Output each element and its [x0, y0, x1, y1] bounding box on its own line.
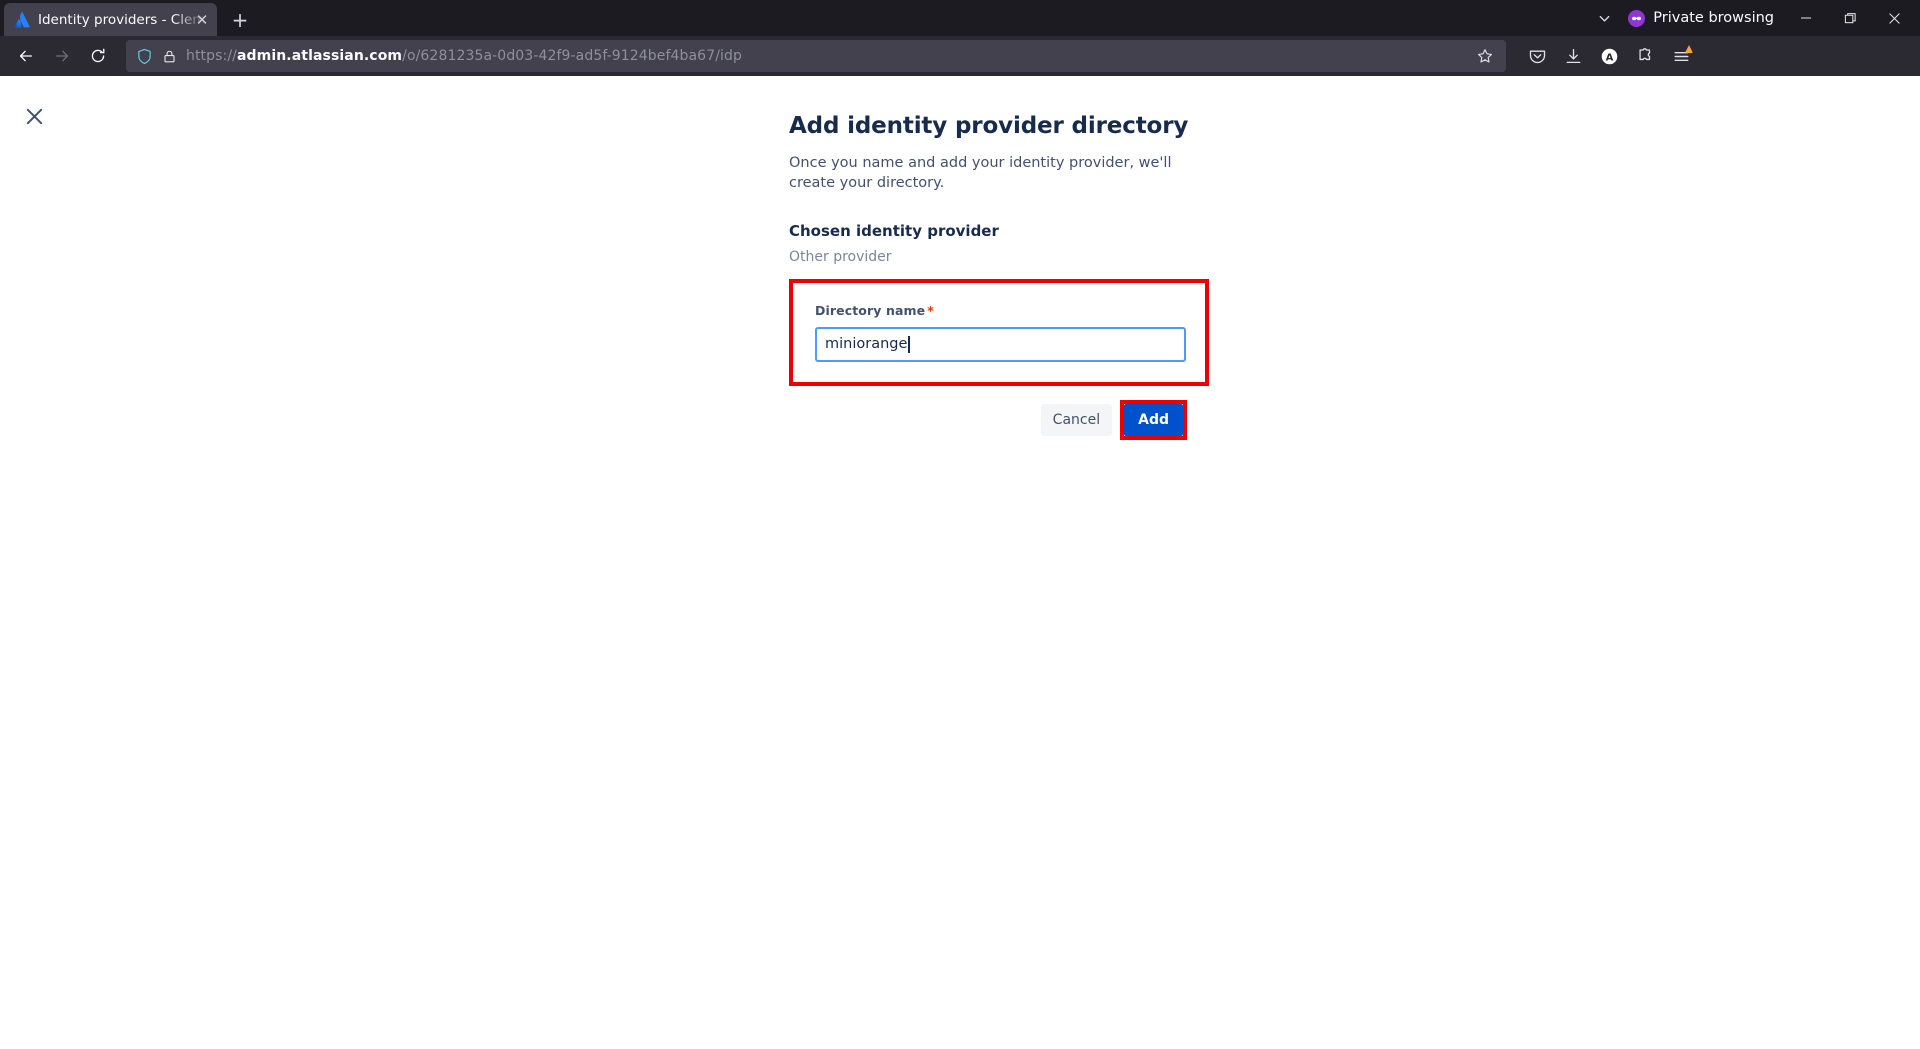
back-button[interactable]: [8, 40, 44, 72]
star-glyph-icon: [1477, 48, 1493, 64]
pocket-glyph-icon: [1528, 47, 1547, 66]
private-browsing-label: Private browsing: [1653, 10, 1774, 26]
app-menu-hamburger-icon[interactable]: [1664, 40, 1698, 72]
directory-name-highlight-box: Directory name* miniorange: [789, 279, 1209, 386]
chosen-provider-heading: Chosen identity provider: [789, 222, 1209, 240]
page-title: Add identity provider directory: [789, 112, 1209, 141]
padlock-icon[interactable]: [162, 49, 177, 64]
close-icon: [24, 106, 45, 127]
tab-close-icon[interactable]: ✕: [193, 11, 211, 29]
svg-text:A: A: [1605, 52, 1613, 63]
browser-tab[interactable]: Identity providers - Cleme ✕: [4, 3, 217, 36]
private-browsing-indicator: Private browsing: [1624, 2, 1784, 34]
url-path: /o/6281235a-0d03-42f9-ad5f-9124bef4ba67/…: [402, 48, 742, 64]
downloads-icon[interactable]: [1556, 40, 1590, 72]
address-bar[interactable]: https://admin.atlassian.com/o/6281235a-0…: [126, 40, 1506, 72]
list-all-tabs-button[interactable]: [1584, 2, 1624, 34]
bookmark-star-icon[interactable]: [1470, 42, 1500, 70]
add-button[interactable]: Add: [1124, 404, 1183, 436]
directory-name-label: Directory name*: [815, 303, 934, 318]
page-content: Add identity provider directory Once you…: [0, 76, 1920, 1049]
restore-icon: [1844, 12, 1857, 25]
url-text[interactable]: https://admin.atlassian.com/o/6281235a-0…: [186, 48, 1461, 64]
navigation-toolbar: https://admin.atlassian.com/o/6281235a-0…: [0, 36, 1920, 76]
atlassian-logo-icon: [14, 12, 30, 28]
chosen-provider-value: Other provider: [789, 249, 1209, 265]
new-tab-button[interactable]: +: [223, 3, 257, 36]
forward-button[interactable]: [44, 40, 80, 72]
account-circle-icon: A: [1600, 47, 1619, 66]
puzzle-piece-icon: [1636, 47, 1655, 66]
extensions-puzzle-icon[interactable]: [1628, 40, 1662, 72]
forward-arrow-icon: [53, 47, 71, 65]
text-caret: [908, 336, 910, 353]
mask-glyph-icon: [1631, 13, 1642, 24]
tab-strip: Identity providers - Cleme ✕ + Private b: [0, 0, 1920, 36]
window-close-button[interactable]: [1872, 1, 1916, 35]
form-actions: Cancel Add: [789, 400, 1209, 440]
tab-title: Identity providers - Cleme: [38, 12, 211, 28]
url-scheme: https://: [186, 48, 237, 64]
browser-toolbar-icons: A: [1520, 40, 1698, 72]
tracking-protection-shield-icon[interactable]: [136, 48, 153, 65]
directory-name-input-value: miniorange: [825, 336, 907, 352]
add-idp-directory-form: Add identity provider directory Once you…: [789, 112, 1209, 440]
tabstrip-right-controls: Private browsing: [1584, 0, 1920, 36]
add-button-highlight-box: Add: [1120, 400, 1187, 440]
window-minimize-button[interactable]: [1784, 1, 1828, 35]
url-host: admin.atlassian.com: [237, 48, 402, 64]
browser-window: Identity providers - Cleme ✕ + Private b: [0, 0, 1920, 1049]
download-arrow-icon: [1564, 47, 1583, 66]
reload-button[interactable]: [80, 40, 116, 72]
required-asterisk: *: [927, 303, 934, 318]
page-description: Once you name and add your identity prov…: [789, 153, 1174, 194]
cancel-button[interactable]: Cancel: [1041, 404, 1112, 436]
account-icon[interactable]: A: [1592, 40, 1626, 72]
pocket-save-icon[interactable]: [1520, 40, 1554, 72]
close-modal-button[interactable]: [18, 100, 50, 132]
chevron-down-icon: [1597, 11, 1612, 26]
close-icon: [1888, 12, 1901, 25]
private-mask-icon: [1628, 10, 1645, 27]
window-restore-button[interactable]: [1828, 1, 1872, 35]
reload-icon: [89, 47, 107, 65]
minimize-icon: [1800, 12, 1812, 24]
directory-name-label-text: Directory name: [815, 303, 925, 318]
back-arrow-icon: [17, 47, 35, 65]
directory-name-input[interactable]: miniorange: [815, 327, 1186, 362]
